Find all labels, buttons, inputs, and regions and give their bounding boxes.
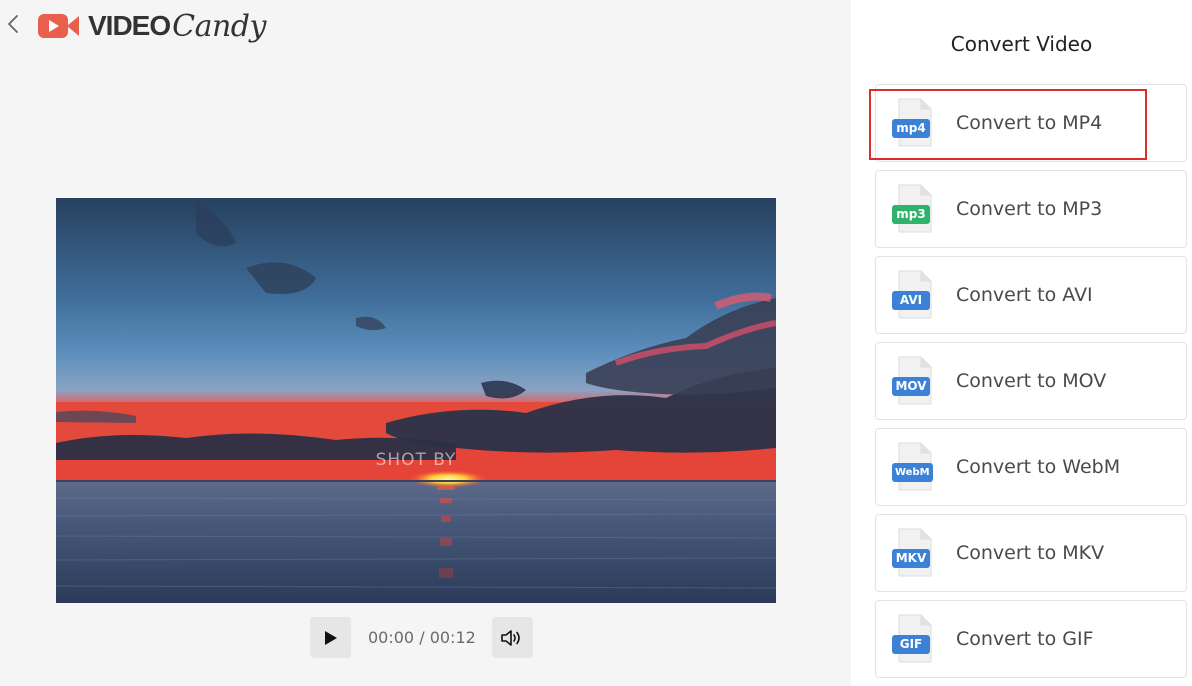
file-webm-icon: WebM xyxy=(891,442,937,492)
convert-options-list: mp4 Convert to MP4 mp3 Convert to MP3 AV… xyxy=(875,84,1187,686)
option-label: Convert to MOV xyxy=(956,370,1107,392)
editor-area: VIDEO Candy SHOT BY 00:00 / 00:12 xyxy=(0,0,851,686)
time-total: 00:12 xyxy=(429,628,476,647)
file-badge: MKV xyxy=(892,549,930,568)
option-label: Convert to MKV xyxy=(956,542,1105,564)
file-badge: mp3 xyxy=(892,205,930,224)
panel-title: Convert Video xyxy=(950,32,1093,56)
video-watermark-text: SHOT BY xyxy=(375,450,457,470)
time-current: 00:00 xyxy=(368,628,415,647)
option-label: Convert to MP3 xyxy=(956,198,1103,220)
video-preview[interactable]: SHOT BY xyxy=(56,198,776,603)
volume-button[interactable] xyxy=(491,617,533,658)
file-mkv-icon: MKV xyxy=(891,528,937,578)
time-separator: / xyxy=(419,628,425,647)
volume-icon xyxy=(501,629,521,646)
option-label: Convert to GIF xyxy=(956,628,1094,650)
player-controls: 00:00 / 00:12 xyxy=(310,617,533,658)
play-icon xyxy=(324,630,337,645)
file-badge: GIF xyxy=(892,635,930,654)
file-mp4-icon: mp4 xyxy=(891,98,937,148)
file-badge: mp4 xyxy=(892,119,930,138)
file-badge: AVI xyxy=(892,291,930,310)
convert-to-avi-button[interactable]: AVI Convert to AVI xyxy=(875,256,1187,334)
option-label: Convert to WebM xyxy=(956,456,1121,478)
chevron-left-icon xyxy=(8,15,18,33)
logo-video-text: VIDEO xyxy=(88,10,171,41)
convert-to-webm-button[interactable]: WebM Convert to WebM xyxy=(875,428,1187,506)
option-label: Convert to MP4 xyxy=(956,112,1103,134)
file-badge: WebM xyxy=(892,463,933,482)
convert-to-gif-button[interactable]: GIF Convert to GIF xyxy=(875,600,1187,678)
video-camera-icon xyxy=(38,14,79,38)
logo-candy-text: Candy xyxy=(172,8,266,44)
video-frame-image xyxy=(56,198,776,603)
convert-to-mov-button[interactable]: MOV Convert to MOV xyxy=(875,342,1187,420)
file-mp3-icon: mp3 xyxy=(891,184,937,234)
file-avi-icon: AVI xyxy=(891,270,937,320)
file-badge: MOV xyxy=(892,377,930,396)
convert-to-mp3-button[interactable]: mp3 Convert to MP3 xyxy=(875,170,1187,248)
time-display: 00:00 / 00:12 xyxy=(368,628,476,647)
file-gif-icon: GIF xyxy=(891,614,937,664)
option-label: Convert to AVI xyxy=(956,284,1093,306)
convert-panel: Convert Video mp4 Convert to MP4 mp3 Con… xyxy=(851,0,1192,686)
convert-to-mp4-button[interactable]: mp4 Convert to MP4 xyxy=(875,84,1187,162)
logo[interactable]: VIDEO Candy xyxy=(38,6,266,46)
play-button[interactable] xyxy=(310,617,351,658)
back-button[interactable] xyxy=(2,10,24,38)
file-mov-icon: MOV xyxy=(891,356,937,406)
convert-to-mkv-button[interactable]: MKV Convert to MKV xyxy=(875,514,1187,592)
